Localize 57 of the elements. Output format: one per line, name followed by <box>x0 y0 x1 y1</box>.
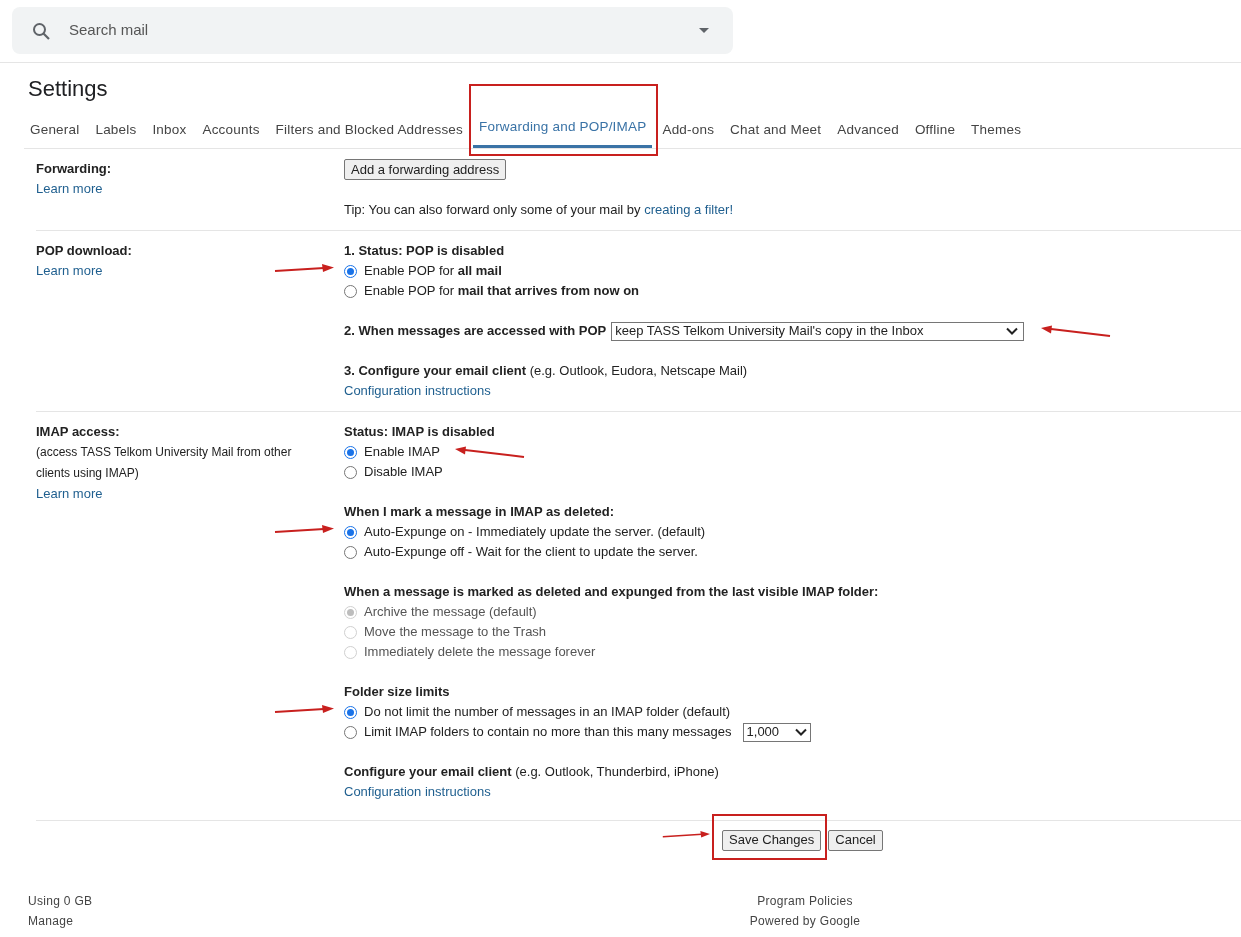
option-label: Enable POP for mail that arrives from now on <box>364 282 640 301</box>
configure-text: 3. Configure your email client (e.g. Outlook, Eudora, Netscape Mail) <box>344 362 749 381</box>
option-label: Move the message to the Trash <box>364 623 547 642</box>
tip-text: Tip: You can also forward only some of your mail by creating a filter! <box>344 201 733 220</box>
option-label: Disable IMAP <box>364 463 443 482</box>
section-label: POP download: <box>36 242 133 261</box>
save-button[interactable]: Save Changes <box>722 829 822 851</box>
configuration-link[interactable]: Configuration instructions <box>344 782 491 803</box>
option-heading: Folder size limits <box>344 683 451 702</box>
settings-tab[interactable]: Add-ons <box>656 119 721 149</box>
settings-tab[interactable]: Labels <box>89 119 143 149</box>
learn-more-link[interactable]: Learn more <box>36 179 312 200</box>
search-icon <box>32 21 50 40</box>
option-heading: 2. When messages are accessed with POP <box>344 322 607 341</box>
page-title: Settings <box>27 75 109 103</box>
settings-tab[interactable]: Filters and Blocked Addresses <box>269 119 469 149</box>
chevron-icon <box>1006 327 1019 336</box>
settings-tab[interactable]: Inbox <box>146 119 193 149</box>
footer-text: Using 0 GB <box>28 893 94 911</box>
configuration-link[interactable]: Configuration instructions <box>344 381 491 402</box>
footer-text: Manage <box>28 913 75 931</box>
learn-more-link[interactable]: Learn more <box>36 484 312 505</box>
count-dropdown[interactable]: 1,000 <box>742 722 811 742</box>
option-label: Do not limit the number of messages in an IMAP folder (default) <box>364 703 731 722</box>
configure-text: Configure your email client (e.g. Outlook, Thunderbird, iPhone) <box>344 763 720 782</box>
chevron-icon <box>794 728 807 737</box>
dropdown-icon <box>699 28 709 33</box>
option-label: Enable IMAP <box>364 443 440 462</box>
learn-more-link[interactable]: Learn more <box>36 261 312 282</box>
section-label: IMAP access: <box>36 423 121 442</box>
section-label: Forwarding: <box>36 160 113 179</box>
option-label: Immediately delete the message forever <box>364 643 596 662</box>
option-label: Limit IMAP folders to contain no more than this many messages <box>364 723 732 742</box>
option-label: Enable POP for all mail <box>364 262 502 281</box>
pop-dropdown[interactable]: keep TASS Telkom University Mail's copy in the Inbox <box>611 321 1025 341</box>
settings-tab[interactable]: Forwarding and POP/IMAP <box>473 116 653 149</box>
settings-tab[interactable]: Offline <box>908 119 962 149</box>
option-heading: Status: IMAP is disabled <box>344 423 496 442</box>
option-label: Auto-Expunge on - Immediately update the server. (default) <box>364 523 706 542</box>
settings-tab[interactable]: General <box>24 119 86 149</box>
settings-tab[interactable]: Advanced <box>831 119 905 149</box>
settings-tab[interactable]: Accounts <box>196 119 266 149</box>
section-note: (access TASS Telkom University Mail from other clients using IMAP) <box>36 444 293 483</box>
footer-link[interactable]: Program Policies <box>757 891 853 912</box>
settings-tab[interactable]: Themes <box>965 119 1028 149</box>
search-input[interactable]: Search mail <box>69 19 699 42</box>
option-heading: 1. Status: POP is disabled <box>344 242 506 261</box>
cancel-button[interactable]: Cancel <box>828 829 883 851</box>
option-heading: When I mark a message in IMAP as deleted: <box>344 503 615 522</box>
search-field[interactable]: Search mail <box>12 7 733 54</box>
filter-link[interactable]: creating a filter! <box>644 202 733 218</box>
settings-tab[interactable]: Chat and Meet <box>724 119 828 149</box>
option-heading: When a message is marked as deleted and expunged from the last visible IMAP folder: <box>344 583 879 602</box>
option-label: Archive the message (default) <box>364 603 537 622</box>
option-label: Auto-Expunge off - Wait for the client to update the server. <box>364 543 698 562</box>
footer-link[interactable]: Powered by Google <box>749 911 861 932</box>
forwarding-button[interactable]: Add a forwarding address <box>344 159 507 181</box>
